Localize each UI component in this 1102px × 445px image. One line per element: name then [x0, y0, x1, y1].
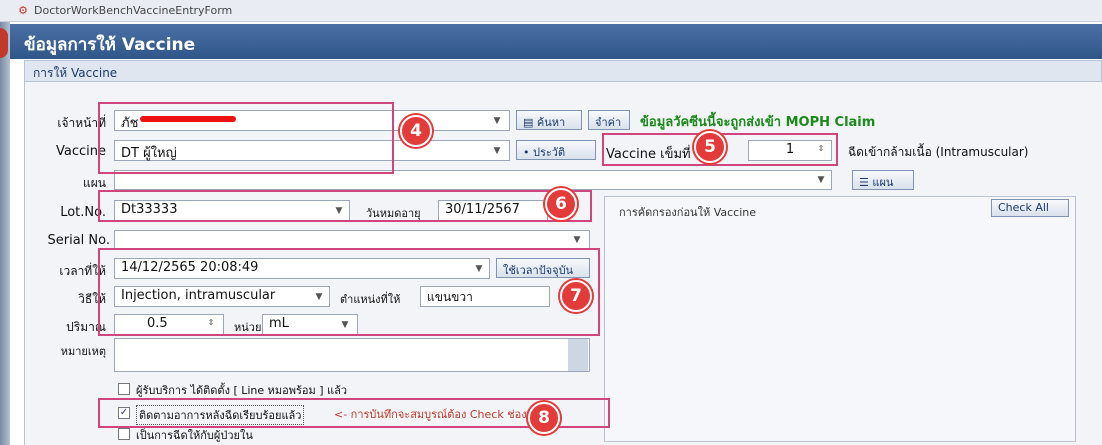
screening-title: การคัดกรองก่อนให้ Vaccine — [619, 206, 757, 219]
route-note: ฉีดเข้ากล้ามเนื้อ (Intramuscular) — [848, 145, 1029, 159]
search-button[interactable]: ▤ ค้นหา — [516, 110, 582, 130]
lot-label: Lot.No. — [60, 205, 106, 220]
serial-field[interactable] — [114, 230, 590, 250]
left-background-strip — [0, 22, 10, 445]
app-icon: ⚙ — [18, 4, 28, 17]
screening-panel: การคัดกรองก่อนให้ Vaccine Check All — [604, 196, 1076, 442]
step-badge-7: 7 — [560, 280, 592, 312]
officer-label: เจ้าหน้าที่ — [57, 116, 106, 130]
page-title: ข้อมูลการให้ Vaccine — [10, 24, 1102, 59]
vaccine-label: Vaccine — [56, 144, 106, 159]
step-badge-8: 8 — [528, 402, 560, 434]
plan-label: แผน — [83, 176, 106, 190]
window-title: DoctorWorkBenchVaccineEntryForm — [34, 4, 233, 17]
step-badge-4: 4 — [400, 115, 432, 147]
highlight-box-7 — [98, 248, 600, 336]
history-icon: • — [523, 146, 530, 159]
history-button[interactable]: • ประวัติ — [516, 140, 596, 160]
amount-label: ปริมาณ — [66, 320, 106, 334]
remember-button[interactable]: จำค่า — [588, 110, 630, 130]
line-installed-checkbox[interactable] — [118, 383, 130, 395]
search-icon: ▤ — [523, 116, 534, 129]
remark-label: หมายเหตุ — [60, 345, 106, 358]
inpatient-checkbox[interactable] — [118, 428, 130, 440]
given-time-label: เวลาที่ให้ — [59, 264, 106, 278]
remark-scrollbar[interactable] — [568, 339, 588, 371]
remark-textarea[interactable] — [114, 338, 590, 372]
serial-label: Serial No. — [47, 233, 111, 248]
section-title: การให้ Vaccine — [24, 60, 1102, 82]
highlight-box-4 — [98, 102, 394, 174]
chevron-down-icon[interactable]: ▼ — [492, 116, 502, 126]
inpatient-label: เป็นการฉีดให้กับผู้ป่วยใน — [136, 429, 253, 442]
line-installed-label: ผู้รับบริการ ได้ติดตั้ง [ Line หมอพร้อม … — [136, 384, 348, 397]
highlight-box-6 — [98, 190, 592, 222]
check-all-button[interactable]: Check All — [991, 199, 1069, 217]
step-badge-6: 6 — [545, 188, 577, 220]
chevron-down-icon[interactable]: ▼ — [816, 175, 826, 185]
window-titlebar: ⚙ DoctorWorkBenchVaccineEntryForm — [0, 0, 1102, 22]
plan-button[interactable]: ☰ แผน — [852, 170, 914, 190]
chevron-down-icon[interactable]: ▼ — [572, 235, 582, 245]
list-icon: ☰ — [859, 176, 869, 189]
method-label: วิธีให้ — [78, 292, 106, 306]
chevron-down-icon[interactable]: ▼ — [492, 146, 502, 156]
moph-claim-note: ข้อมูลวัคซีนนี้จะถูกส่งเข้า MOPH Claim — [640, 115, 876, 130]
step-badge-5: 5 — [694, 131, 726, 163]
